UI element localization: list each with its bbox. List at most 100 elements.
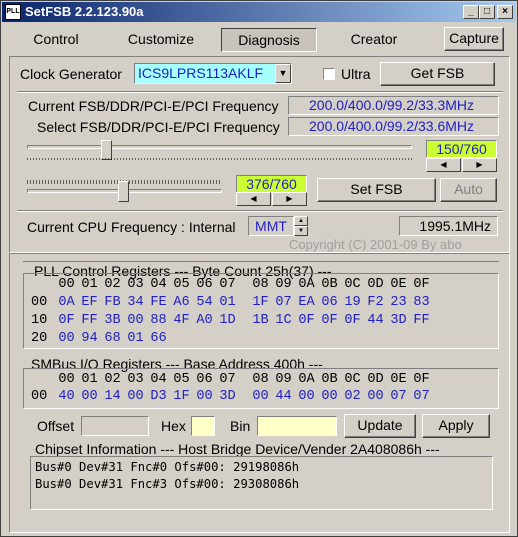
fsb-slider-thumb[interactable] <box>101 140 112 160</box>
bin-label: Bin <box>230 418 251 434</box>
ultra-checkbox[interactable] <box>323 68 335 80</box>
maximize-button[interactable]: □ <box>479 5 495 19</box>
fsb-slider-value: 150/760 <box>426 140 497 158</box>
smbus-column-header: 0D <box>367 372 384 387</box>
pll-register-cell[interactable]: 1C <box>272 313 295 328</box>
pll-register-cell[interactable]: A6 <box>170 295 193 310</box>
pll-column-header: 05 <box>173 277 190 292</box>
tab-creator[interactable]: Creator <box>329 28 419 52</box>
pll-register-cell[interactable]: 88 <box>147 313 170 328</box>
smbus-register-cell[interactable]: 14 <box>101 389 124 404</box>
smbus-column-header-row: 00 01 02 03 04 05 06 07 08 09 0A 0B 0C 0D 0E 0F <box>31 372 433 387</box>
pll-register-cell[interactable]: 66 <box>147 331 170 346</box>
pll-register-cell[interactable]: 68 <box>101 331 124 346</box>
tab-customize[interactable]: Customize <box>116 28 206 52</box>
pll-register-cell[interactable]: 1D <box>216 313 239 328</box>
cpu-frequency-value: 1995.1MHz <box>399 216 498 236</box>
pll-register-cell[interactable]: 01 <box>216 295 239 310</box>
minimize-button[interactable]: _ <box>463 5 479 19</box>
pll-register-cell[interactable]: 1F <box>249 295 272 310</box>
smbus-column-header: 04 <box>150 372 167 387</box>
smbus-register-cell[interactable]: 07 <box>410 389 433 404</box>
smbus-register-cell[interactable]: 00 <box>124 389 147 404</box>
pll-register-cell[interactable]: FF <box>78 313 101 328</box>
pll-register-cell[interactable]: 0F <box>341 313 364 328</box>
set-fsb-button[interactable]: Set FSB <box>317 178 436 202</box>
fsb-decrement-button[interactable]: ◀ <box>426 158 461 172</box>
pll-register-cell[interactable]: 3B <box>101 313 124 328</box>
smbus-register-cell[interactable]: 44 <box>272 389 295 404</box>
pll-register-cell[interactable]: 0F <box>295 313 318 328</box>
pll-register-cell[interactable]: 0F <box>55 313 78 328</box>
pll-register-cell[interactable]: 0A <box>55 295 78 310</box>
pll-register-cell[interactable]: 0F <box>318 313 341 328</box>
pll-register-cell[interactable]: F2 <box>364 295 387 310</box>
clock-generator-value: ICS9LPRS113AKLF <box>138 65 264 81</box>
fsb-slider-track <box>27 145 412 149</box>
tab-diagnosis[interactable]: Diagnosis <box>221 28 317 52</box>
title-bar[interactable]: PLL SetFSB 2.2.123.90a _ □ × <box>2 2 516 22</box>
smbus-register-cell[interactable]: 40 <box>55 389 78 404</box>
pll-register-cell[interactable]: EF <box>78 295 101 310</box>
pll-register-cell[interactable]: 00 <box>124 313 147 328</box>
select-frequency-value: 200.0/400.0/99.2/33.6MHz <box>288 117 499 136</box>
get-fsb-button[interactable]: Get FSB <box>380 62 495 86</box>
bin-input[interactable] <box>257 416 337 436</box>
pcie-increment-button[interactable]: ▶ <box>272 192 307 206</box>
apply-button[interactable]: Apply <box>422 414 490 438</box>
tab-control[interactable]: Control <box>11 28 101 52</box>
smbus-register-cell[interactable]: 00 <box>249 389 272 404</box>
pll-register-cell[interactable]: A0 <box>193 313 216 328</box>
pll-register-cell[interactable]: 1B <box>249 313 272 328</box>
hex-input[interactable] <box>191 416 215 436</box>
clock-generator-select[interactable]: ICS9LPRS113AKLF ▼ <box>134 63 292 84</box>
smbus-register-cell[interactable]: 00 <box>318 389 341 404</box>
capture-button[interactable]: Capture <box>444 27 504 51</box>
pll-register-cell[interactable]: EA <box>295 295 318 310</box>
auto-button[interactable]: Auto <box>440 178 497 202</box>
pll-register-cell[interactable]: 19 <box>341 295 364 310</box>
smbus-register-cell[interactable]: D3 <box>147 389 170 404</box>
pll-column-header: 09 <box>275 277 292 292</box>
pll-register-cell[interactable]: 00 <box>55 331 78 346</box>
pll-column-header: 00 <box>58 277 75 292</box>
smbus-register-cell[interactable]: 00 <box>193 389 216 404</box>
pll-register-cell[interactable]: 01 <box>124 331 147 346</box>
offset-input[interactable] <box>81 416 149 436</box>
pll-register-cell[interactable]: 94 <box>78 331 101 346</box>
pll-register-cell[interactable]: 54 <box>193 295 216 310</box>
pll-register-cell[interactable]: 44 <box>364 313 387 328</box>
close-button[interactable]: × <box>497 5 513 19</box>
pll-register-cell[interactable]: 23 <box>387 295 410 310</box>
pcie-slider-value: 376/760 <box>236 175 307 193</box>
pll-register-cell[interactable]: 07 <box>272 295 295 310</box>
update-button[interactable]: Update <box>344 414 416 438</box>
smbus-register-cell[interactable]: 02 <box>341 389 364 404</box>
pll-register-cell[interactable]: FB <box>101 295 124 310</box>
chipset-info-line: Bus#0 Dev#31 Fnc#0 Ofs#00: 29198086h <box>35 460 300 474</box>
chipset-info-line: Bus#0 Dev#31 Fnc#3 Ofs#00: 29308086h <box>35 477 300 491</box>
pcie-slider-thumb[interactable] <box>118 181 129 202</box>
pll-register-cell[interactable]: FF <box>410 313 433 328</box>
smbus-register-cell[interactable]: 07 <box>387 389 410 404</box>
spin-up-icon[interactable]: ▲ <box>294 216 308 226</box>
pll-register-cell[interactable]: 06 <box>318 295 341 310</box>
cpu-mode-field[interactable]: MMT <box>248 216 294 236</box>
smbus-register-cell[interactable]: 00 <box>295 389 318 404</box>
copyright-text: Copyright (C) 2001-09 By abo <box>289 237 462 252</box>
pll-register-cell[interactable]: 4F <box>170 313 193 328</box>
smbus-register-cell[interactable]: 00 <box>78 389 101 404</box>
smbus-register-cell[interactable]: 1F <box>170 389 193 404</box>
smbus-register-cell[interactable]: 00 <box>364 389 387 404</box>
smbus-register-cell[interactable]: 3D <box>216 389 239 404</box>
pcie-decrement-button[interactable]: ◀ <box>236 192 271 206</box>
pcie-slider[interactable] <box>27 177 222 203</box>
pll-register-cell[interactable]: 3D <box>387 313 410 328</box>
pll-register-cell[interactable]: 83 <box>410 295 433 310</box>
pll-register-cell[interactable]: 34 <box>124 295 147 310</box>
smbus-row-label: 00 <box>31 389 48 404</box>
spin-down-icon[interactable]: ▼ <box>294 226 308 236</box>
fsb-increment-button[interactable]: ▶ <box>462 158 497 172</box>
chevron-down-icon[interactable]: ▼ <box>275 64 291 83</box>
pll-register-cell[interactable]: FE <box>147 295 170 310</box>
